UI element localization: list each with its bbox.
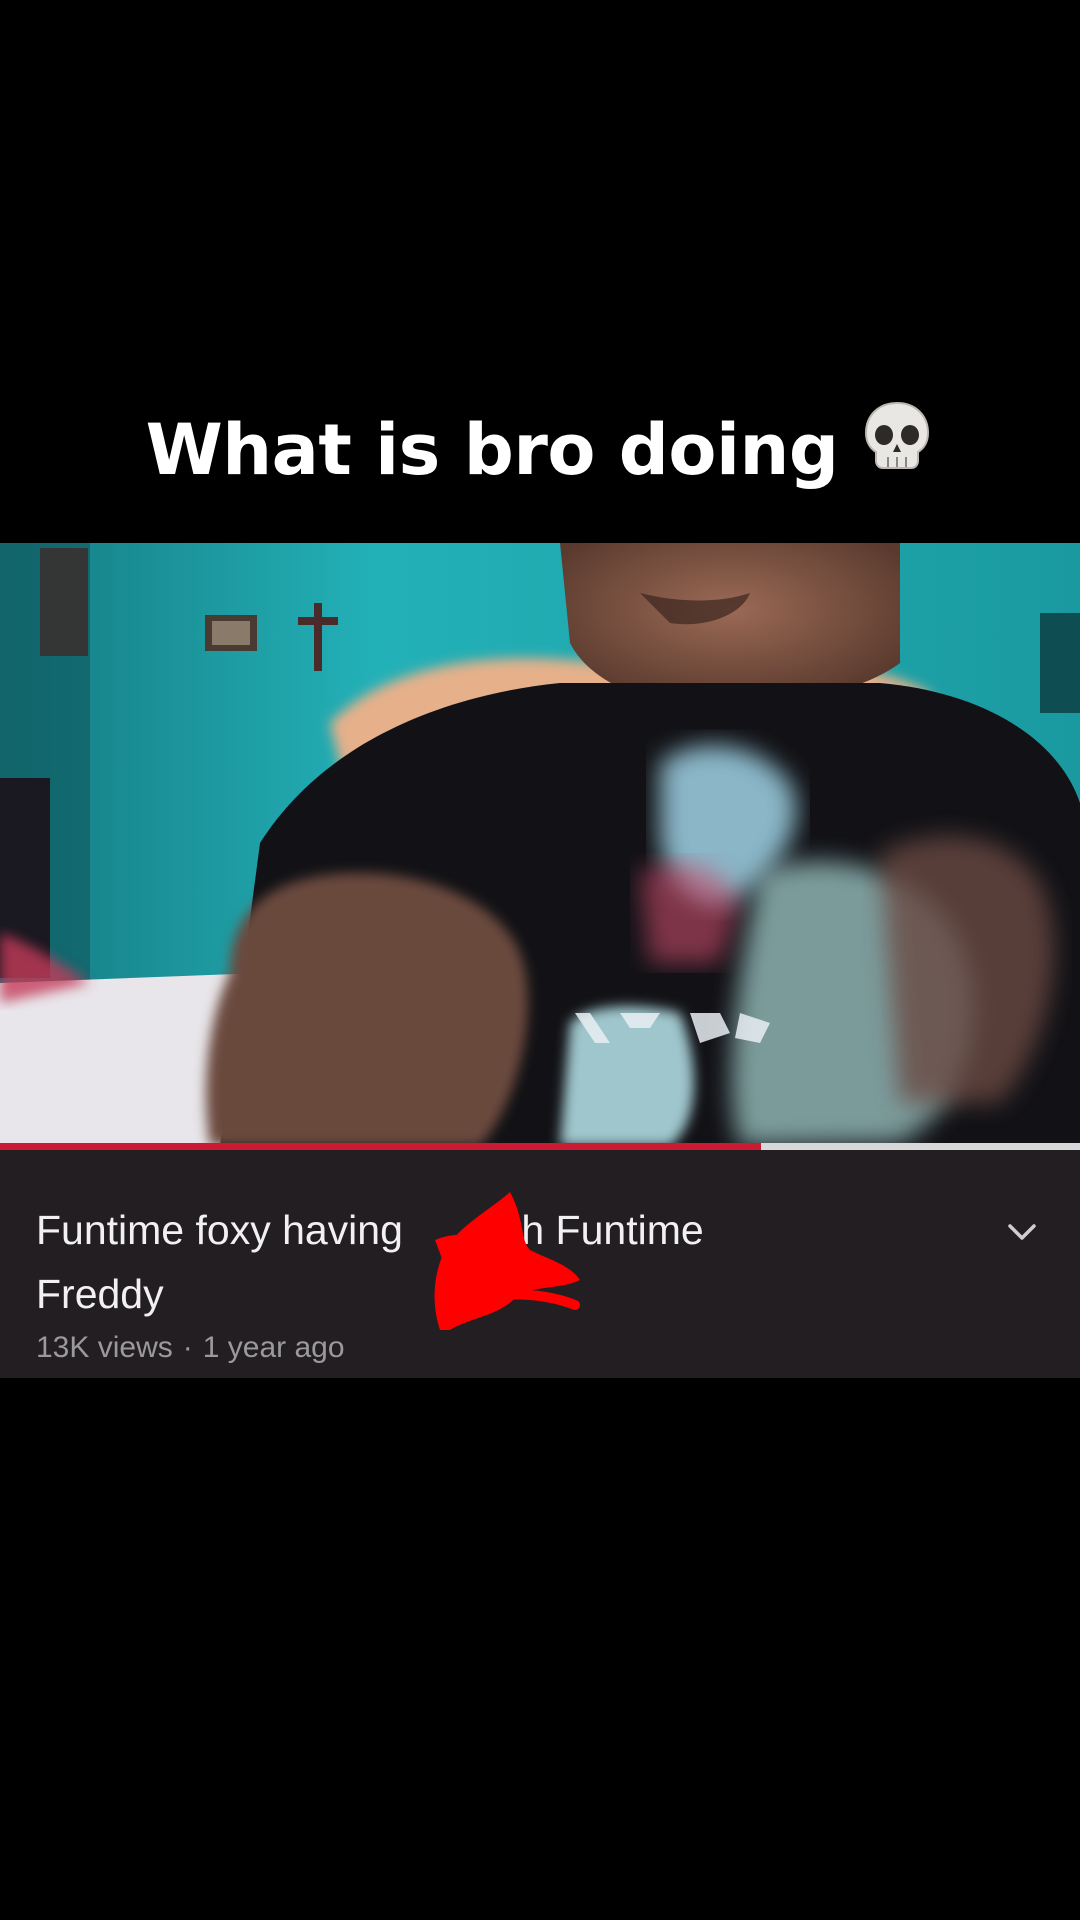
video-progress-fill [0,1143,762,1150]
view-count: 13K views [36,1331,173,1364]
video-frame[interactable] [0,543,1080,1146]
video-still [0,543,1080,1146]
video-meta: 13K views · 1 year ago [36,1330,345,1366]
skull-emoji-icon [860,399,934,499]
caption-text: What is bro doing [145,409,839,491]
meta-separator: · [182,1331,193,1364]
screen: What is bro doing Funtime foxy having wi… [0,0,1080,1920]
video-progress-bar[interactable] [0,1143,1080,1150]
chevron-down-icon[interactable] [1000,1210,1044,1254]
upload-age: 1 year ago [202,1331,345,1364]
caption-overlay: What is bro doing [0,400,1080,500]
red-scribble-censor [434,1192,580,1330]
